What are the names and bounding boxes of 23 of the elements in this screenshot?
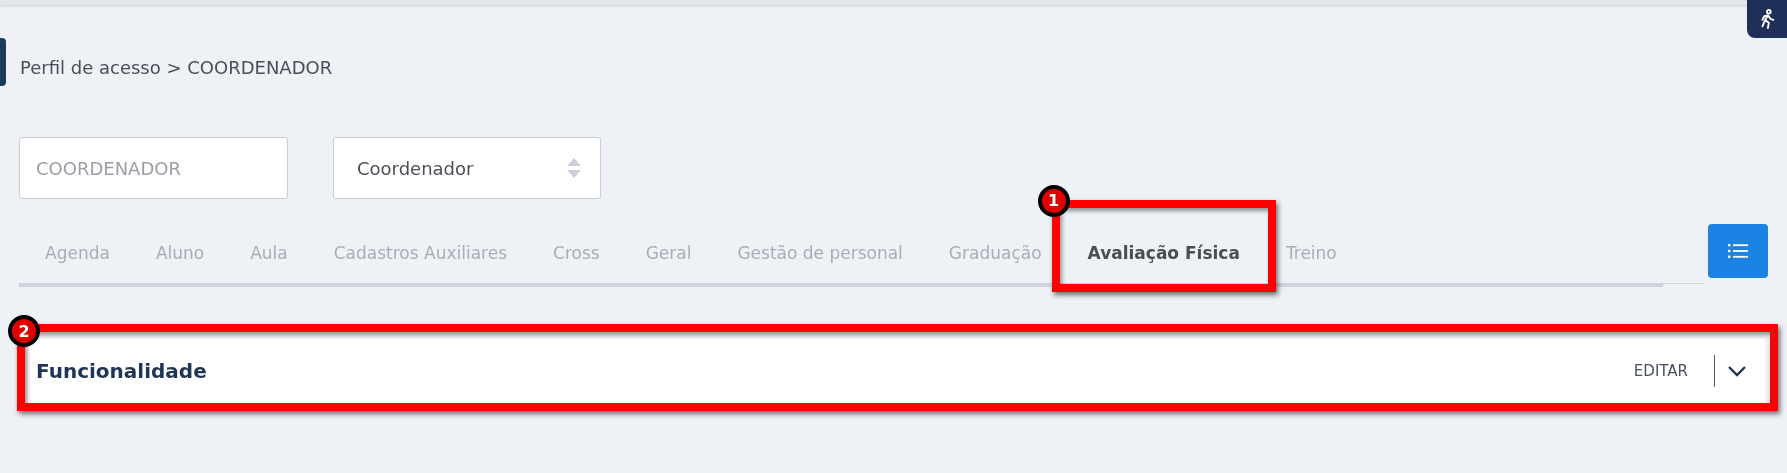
chevron-down-icon — [1727, 365, 1747, 377]
breadcrumb: Perfil de acesso > COORDENADOR — [20, 56, 334, 80]
tab[interactable]: Treino — [1279, 238, 1343, 267]
name-field[interactable]: COORDENADOR — [19, 137, 288, 199]
side-tab[interactable] — [0, 38, 6, 86]
tab[interactable]: Cross — [547, 238, 606, 267]
tab[interactable]: Avaliação Física — [1081, 238, 1246, 267]
sort-arrows-icon — [566, 157, 582, 179]
tab[interactable]: Aluno — [149, 238, 211, 267]
panel-title: Funcionalidade — [36, 359, 208, 383]
list-button[interactable] — [1708, 224, 1768, 278]
tab[interactable]: Graduação — [942, 238, 1048, 267]
tab[interactable]: Gestão de personal — [731, 238, 909, 267]
accessibility-button[interactable] — [1747, 0, 1787, 38]
list-icon — [1728, 243, 1748, 259]
edit-button[interactable]: EDITAR — [1627, 361, 1694, 381]
tab[interactable]: Aula — [244, 238, 294, 267]
step-number: 2 — [8, 315, 40, 347]
tab[interactable]: Cadastros Auxiliares — [327, 238, 513, 267]
tab[interactable]: Geral — [639, 238, 698, 267]
step-number: 1 — [1037, 184, 1070, 217]
tab[interactable]: Agenda — [39, 238, 116, 267]
type-select[interactable]: Coordenador — [333, 137, 601, 199]
